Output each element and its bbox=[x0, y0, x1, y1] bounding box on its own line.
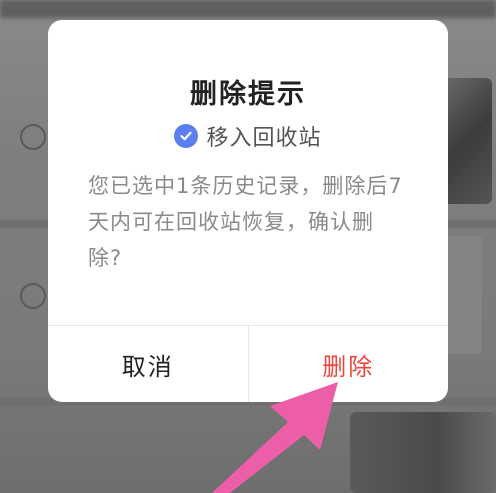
background-radio-1 bbox=[20, 124, 46, 150]
background-thumbnail-3 bbox=[350, 412, 496, 493]
dialog-message: 您已选中1条历史记录，删除后7天内可在回收站恢复，确认删除? bbox=[88, 174, 403, 270]
check-circle-icon[interactable] bbox=[174, 124, 199, 148]
dialog-title: 删除提示 bbox=[190, 79, 306, 110]
background-radio-2 bbox=[20, 283, 46, 309]
background-top-bar bbox=[0, 0, 496, 18]
delete-confirm-dialog: 删除提示 移入回收站 您已选中1条历史记录，删除后7天内可在回收站恢复，确认删除… bbox=[48, 20, 448, 402]
cancel-button[interactable]: 取消 bbox=[48, 326, 249, 402]
move-option-label: 移入回收站 bbox=[206, 126, 322, 151]
move-to-recycle-bin-option[interactable]: 移入回收站 bbox=[48, 120, 448, 152]
background-thumbnail-1 bbox=[442, 78, 492, 204]
dialog-button-bar: 取消 删除 bbox=[48, 325, 448, 402]
delete-button[interactable]: 删除 bbox=[249, 326, 449, 402]
background-card-2 bbox=[442, 236, 482, 354]
checkmark-glyph bbox=[180, 131, 193, 141]
